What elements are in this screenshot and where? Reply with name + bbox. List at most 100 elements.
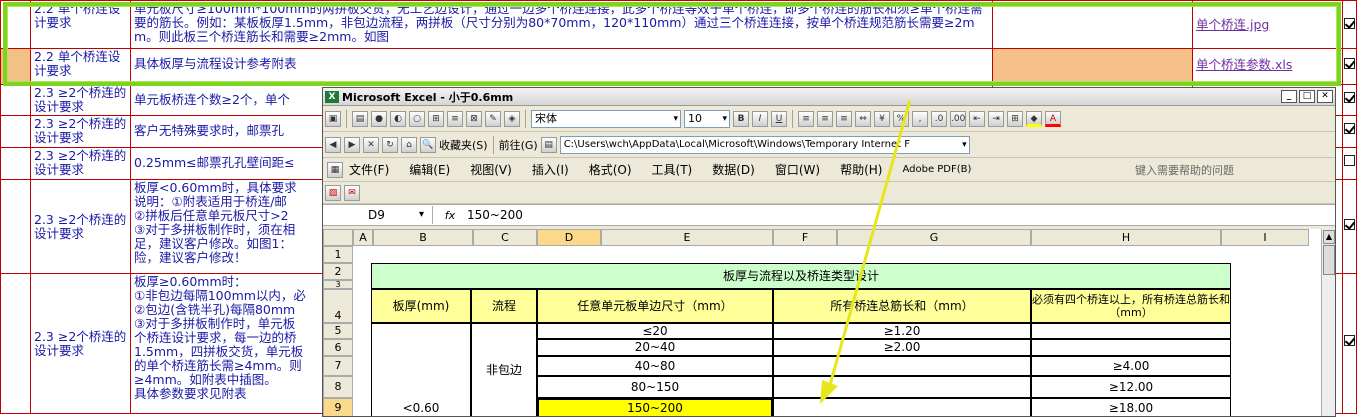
four-cell[interactable] bbox=[1031, 323, 1231, 339]
row-checkbox[interactable] bbox=[1344, 335, 1355, 346]
scroll-thumb[interactable] bbox=[1323, 245, 1335, 275]
menu-tools[interactable]: 工具(T) bbox=[652, 161, 693, 178]
increase-decimal-icon[interactable]: .0 bbox=[931, 110, 947, 127]
image-icon[interactable]: ▣ bbox=[325, 110, 341, 127]
header-thickness[interactable]: 板厚(mm) bbox=[371, 289, 471, 323]
close-icon[interactable]: ✕ bbox=[1317, 90, 1333, 103]
pdf-icon[interactable]: ▨ bbox=[325, 184, 341, 201]
header-size[interactable]: 任意单元板单边尺寸（mm） bbox=[537, 289, 773, 323]
four-cell[interactable]: ≥12.00 bbox=[1031, 376, 1231, 398]
align-right-icon[interactable]: ≡ bbox=[836, 110, 852, 127]
banner-cell[interactable]: 板厚与流程以及桥连类型设计 bbox=[371, 263, 1231, 289]
row-header[interactable]: 9 bbox=[323, 398, 353, 416]
total-cell[interactable]: ≥1.20 bbox=[773, 323, 1031, 339]
row-checkbox[interactable] bbox=[1344, 123, 1355, 134]
comma-icon[interactable]: , bbox=[912, 110, 928, 127]
menu-format[interactable]: 格式(O) bbox=[589, 161, 632, 178]
column-header[interactable]: C bbox=[473, 229, 537, 246]
row-handle[interactable] bbox=[0, 84, 31, 116]
total-cell[interactable] bbox=[773, 376, 1031, 398]
back-icon[interactable]: ◀ bbox=[325, 136, 341, 153]
search-icon[interactable]: 🔍 bbox=[420, 136, 436, 153]
column-header[interactable]: I bbox=[1221, 229, 1309, 246]
menu-data[interactable]: 数据(D) bbox=[712, 161, 755, 178]
column-header[interactable]: F bbox=[773, 229, 837, 246]
header-four[interactable]: 必须有四个桥连以上，所有桥连总筋长和（mm） bbox=[1031, 289, 1231, 323]
home-icon[interactable]: ⌂ bbox=[401, 136, 417, 153]
row-header[interactable]: 1 bbox=[323, 246, 353, 263]
row-header[interactable]: 4 bbox=[323, 289, 353, 323]
name-box[interactable]: D9 bbox=[323, 206, 433, 224]
menu-help[interactable]: 帮助(H) bbox=[840, 161, 882, 178]
size-cell[interactable]: ≤20 bbox=[537, 323, 773, 339]
menu-insert[interactable]: 插入(I) bbox=[532, 161, 569, 178]
row-checkbox[interactable] bbox=[1344, 18, 1355, 29]
header-total[interactable]: 所有桥连总筋长和（mm） bbox=[773, 289, 1031, 323]
total-cell[interactable]: ≥2.00 bbox=[773, 339, 1031, 356]
total-cell[interactable] bbox=[773, 398, 1031, 416]
row-checkbox[interactable] bbox=[1344, 92, 1355, 103]
crop-icon[interactable]: ⊞ bbox=[428, 110, 444, 127]
decrease-decimal-icon[interactable]: .00 bbox=[950, 110, 966, 127]
four-cell[interactable] bbox=[1031, 339, 1231, 356]
row-checkbox[interactable] bbox=[1344, 58, 1355, 69]
shape-icon[interactable]: ◐ bbox=[390, 110, 406, 127]
currency-icon[interactable]: ¥ bbox=[874, 110, 890, 127]
column-header[interactable]: D bbox=[537, 229, 601, 246]
indent-icon[interactable]: ⇥ bbox=[988, 110, 1004, 127]
thickness-cell[interactable]: <0.60 bbox=[371, 323, 471, 416]
row-checkbox[interactable] bbox=[1344, 219, 1355, 230]
selected-size-cell[interactable]: 150~200 bbox=[537, 398, 773, 416]
fx-icon[interactable]: fx bbox=[433, 209, 467, 222]
bold-icon[interactable]: B bbox=[733, 110, 749, 127]
row-handle[interactable] bbox=[0, 179, 31, 274]
row-handle[interactable] bbox=[0, 147, 31, 180]
four-cell[interactable]: ≥18.00 bbox=[1031, 398, 1231, 416]
size-cell[interactable]: 80~150 bbox=[537, 376, 773, 398]
formula-input[interactable]: 150~200 bbox=[467, 208, 523, 222]
size-cell[interactable]: 20~40 bbox=[537, 339, 773, 356]
font-color-icon[interactable]: A bbox=[1045, 110, 1061, 127]
total-cell[interactable] bbox=[773, 356, 1031, 376]
restore-icon[interactable]: □ bbox=[1299, 90, 1315, 103]
fill-color-icon[interactable]: ◆ bbox=[1026, 110, 1042, 127]
column-header[interactable]: H bbox=[1031, 229, 1221, 246]
minimize-icon[interactable]: _ bbox=[1281, 90, 1297, 103]
circle-icon[interactable]: ● bbox=[371, 110, 387, 127]
menu-window[interactable]: 窗口(W) bbox=[775, 161, 820, 178]
four-cell[interactable]: ≥4.00 bbox=[1031, 356, 1231, 376]
align-center-icon[interactable]: ≡ bbox=[817, 110, 833, 127]
italic-icon[interactable]: I bbox=[752, 110, 768, 127]
row-header[interactable]: 2 bbox=[323, 263, 353, 280]
outdent-icon[interactable]: ⇤ bbox=[969, 110, 985, 127]
row-header[interactable]: 6 bbox=[323, 339, 353, 356]
percent-icon[interactable]: % bbox=[893, 110, 909, 127]
refresh-icon[interactable]: ↻ bbox=[382, 136, 398, 153]
column-header[interactable]: G bbox=[837, 229, 1031, 246]
help-search-input[interactable]: 键入需要帮助的问题 bbox=[1135, 162, 1315, 178]
forward-icon[interactable]: ▶ bbox=[344, 136, 360, 153]
size-cell[interactable]: 40~80 bbox=[537, 356, 773, 376]
merge-center-icon[interactable]: ⇔ bbox=[855, 110, 871, 127]
stop-icon[interactable]: ✕ bbox=[363, 136, 379, 153]
row-header[interactable]: 7 bbox=[323, 356, 353, 376]
favorites-menu[interactable]: 收藏夹(S) bbox=[439, 137, 488, 153]
format-picture-icon[interactable]: ✎ bbox=[485, 110, 501, 127]
goto-menu[interactable]: 前往(G) bbox=[499, 137, 538, 153]
scroll-up-icon[interactable]: ▲ bbox=[1323, 230, 1335, 244]
spreadsheet-grid[interactable]: A B C D E F G H I 1 2 3 4 5 6 7 8 9 板厚与流… bbox=[323, 229, 1323, 416]
column-header[interactable]: E bbox=[601, 229, 773, 246]
header-flow[interactable]: 流程 bbox=[471, 289, 537, 323]
sheet-icon[interactable]: ▦ bbox=[327, 161, 343, 178]
flow-cell[interactable]: 非包边 bbox=[471, 323, 537, 416]
row-handle[interactable] bbox=[0, 115, 31, 148]
column-header[interactable]: A bbox=[353, 229, 373, 246]
menu-view[interactable]: 视图(V) bbox=[470, 161, 512, 178]
underline-icon[interactable]: U bbox=[771, 110, 787, 127]
menu-adobe-pdf[interactable]: Adobe PDF(B) bbox=[902, 164, 971, 175]
column-header[interactable]: B bbox=[373, 229, 473, 246]
row-checkbox[interactable] bbox=[1344, 155, 1355, 166]
menu-file[interactable]: 文件(F) bbox=[349, 161, 389, 178]
record-icon[interactable]: ○ bbox=[409, 110, 425, 127]
line-style-icon[interactable]: ≡ bbox=[447, 110, 463, 127]
